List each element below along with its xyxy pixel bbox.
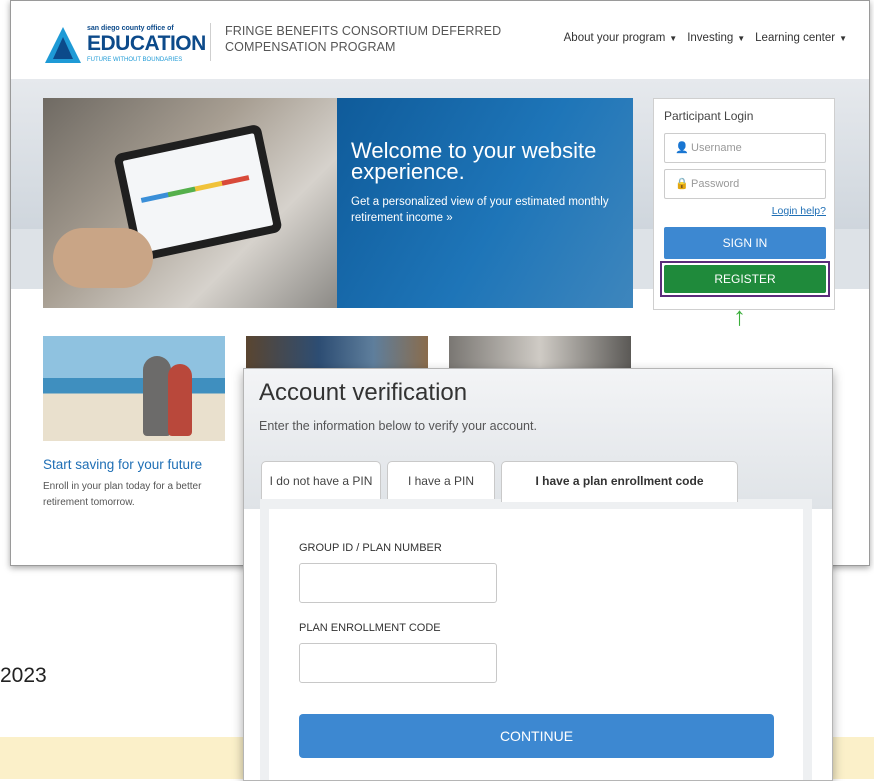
nav-investing-label: Investing (687, 32, 734, 44)
main-nav: About your program ▼ Investing ▼ Learning … (564, 32, 847, 44)
participant-login: Participant Login 👤 Username 🔒 Password … (653, 98, 835, 310)
logo-line2: EDUCATION (87, 32, 206, 55)
nav-learning-label: Learning center (755, 32, 836, 44)
user-icon: 👤 (675, 142, 689, 154)
nav-about[interactable]: About your program ▼ (564, 32, 678, 44)
caret-down-icon: ▼ (669, 34, 678, 43)
modal-subtitle: Enter the information below to verify yo… (259, 419, 537, 433)
nav-about-label: About your program (563, 32, 666, 44)
password-input[interactable]: 🔒 Password (664, 169, 826, 199)
continue-button[interactable]: CONTINUE (299, 714, 774, 758)
hero-heading: Welcome to your website experience. (351, 138, 597, 184)
sdcoe-logo[interactable]: san diego county office of EDUCATION FUT… (43, 25, 206, 69)
caret-down-icon: ▼ (737, 34, 746, 43)
program-title-line2: COMPENSATION PROGRAM (225, 40, 396, 54)
login-help-link[interactable]: Login help? (772, 205, 826, 217)
tab-enrollment-code[interactable]: I have a plan enrollment code (501, 461, 738, 502)
nav-learning[interactable]: Learning center ▼ (755, 32, 847, 44)
program-title-line1: FRINGE BENEFITS CONSORTIUM DEFERRED (225, 24, 502, 38)
group-id-input[interactable] (299, 563, 497, 603)
caret-down-icon: ▼ (839, 34, 847, 43)
tab-no-pin[interactable]: I do not have a PIN (261, 461, 381, 500)
modal-title: Account verification (259, 379, 468, 406)
logo-line3: FUTURE WITHOUT BOUNDARIES (87, 57, 183, 63)
nav-investing[interactable]: Investing ▼ (687, 32, 745, 44)
program-title: FRINGE BENEFITS CONSORTIUM DEFERRED COMP… (225, 23, 525, 55)
account-verification-modal: Account verification Enter the informati… (243, 368, 833, 781)
login-title: Participant Login (664, 109, 754, 123)
tab-have-pin[interactable]: I have a PIN (387, 461, 495, 500)
card-title[interactable]: Start saving for your future (43, 457, 202, 472)
hero-banner[interactable]: Welcome to your website experience. Get … (337, 98, 633, 308)
enrollment-code-input[interactable] (299, 643, 497, 683)
year-text: 2023 (0, 664, 47, 687)
beach-couple-image (43, 336, 225, 441)
group-id-label: GROUP ID / PLAN NUMBER (299, 542, 442, 554)
triangle-logo-icon (45, 27, 81, 63)
enrollment-code-label: PLAN ENROLLMENT CODE (299, 622, 441, 634)
sign-in-button[interactable]: SIGN IN (664, 227, 826, 259)
hero-tablet-image (43, 98, 337, 308)
arrow-up-icon: ↑ (733, 301, 746, 331)
card-text: Enroll in your plan today for a better r… (43, 481, 202, 508)
site-header: san diego county office of EDUCATION FUT… (11, 1, 869, 79)
header-divider (210, 23, 211, 61)
username-placeholder: Username (691, 142, 742, 154)
hero-link[interactable]: Get a personalized view of your estimate… (351, 194, 621, 226)
password-placeholder: Password (691, 178, 740, 190)
lock-icon: 🔒 (675, 178, 689, 190)
username-input[interactable]: 👤 Username (664, 133, 826, 163)
register-button[interactable]: REGISTER (664, 265, 826, 293)
logo-line1: san diego county office of (87, 25, 174, 32)
